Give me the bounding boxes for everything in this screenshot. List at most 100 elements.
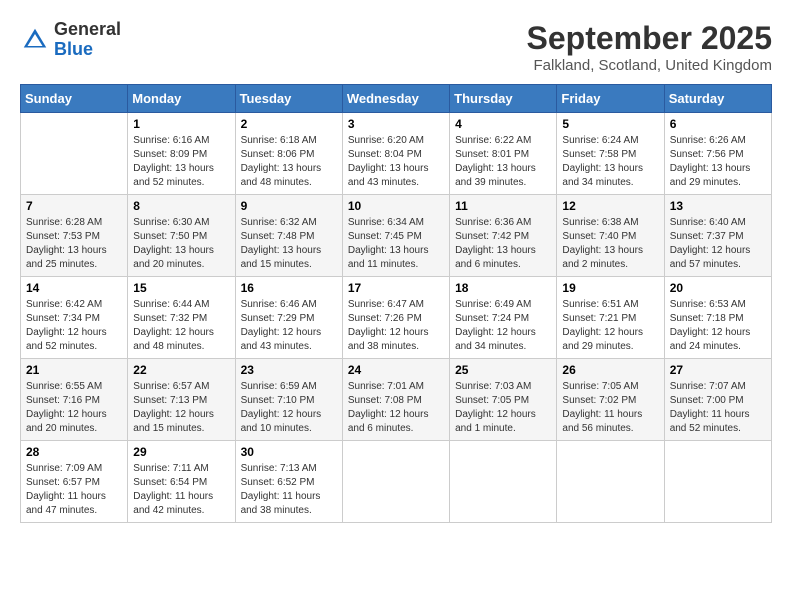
header-row: SundayMondayTuesdayWednesdayThursdayFrid… <box>21 85 772 113</box>
day-info: Sunrise: 6:16 AMSunset: 8:09 PMDaylight:… <box>133 134 229 190</box>
day-number: 21 <box>26 363 122 377</box>
day-info: Sunrise: 6:47 AMSunset: 7:26 PMDaylight:… <box>348 298 444 354</box>
header-cell-friday: Friday <box>557 85 664 113</box>
day-number: 19 <box>562 281 658 295</box>
logo-icon <box>20 25 50 55</box>
day-info: Sunrise: 6:53 AMSunset: 7:18 PMDaylight:… <box>670 298 766 354</box>
day-info: Sunrise: 7:11 AMSunset: 6:54 PMDaylight:… <box>133 462 229 518</box>
day-cell: 8 Sunrise: 6:30 AMSunset: 7:50 PMDaylight… <box>128 195 235 277</box>
day-cell <box>342 441 449 523</box>
day-number: 29 <box>133 445 229 459</box>
day-info: Sunrise: 7:03 AMSunset: 7:05 PMDaylight:… <box>455 380 551 436</box>
day-cell: 9 Sunrise: 6:32 AMSunset: 7:48 PMDaylight… <box>235 195 342 277</box>
logo: General Blue <box>20 20 121 60</box>
day-number: 4 <box>455 117 551 131</box>
day-number: 16 <box>241 281 337 295</box>
day-number: 7 <box>26 199 122 213</box>
day-cell: 11Sunrise: 6:36 AMSunset: 7:42 PMDayligh… <box>450 195 557 277</box>
day-number: 2 <box>241 117 337 131</box>
day-info: Sunrise: 6:32 AMSunset: 7:48 PMDaylight:… <box>241 216 337 272</box>
day-number: 17 <box>348 281 444 295</box>
day-info: Sunrise: 7:13 AMSunset: 6:52 PMDaylight:… <box>241 462 337 518</box>
day-number: 13 <box>670 199 766 213</box>
day-number: 28 <box>26 445 122 459</box>
day-info: Sunrise: 6:26 AMSunset: 7:56 PMDaylight:… <box>670 134 766 190</box>
day-cell <box>450 441 557 523</box>
week-row-1: 1 Sunrise: 6:16 AMSunset: 8:09 PMDaylight… <box>21 113 772 195</box>
day-info: Sunrise: 6:24 AMSunset: 7:58 PMDaylight:… <box>562 134 658 190</box>
title-block: September 2025 Falkland, Scotland, Unite… <box>527 20 772 74</box>
day-number: 12 <box>562 199 658 213</box>
day-number: 3 <box>348 117 444 131</box>
day-info: Sunrise: 6:28 AMSunset: 7:53 PMDaylight:… <box>26 216 122 272</box>
week-row-5: 28 Sunrise: 7:09 AMSunset: 6:57 PMDayligh… <box>21 441 772 523</box>
day-cell: 27Sunrise: 7:07 AMSunset: 7:00 PMDayligh… <box>664 359 771 441</box>
day-cell <box>557 441 664 523</box>
day-number: 5 <box>562 117 658 131</box>
day-cell <box>21 113 128 195</box>
week-row-3: 14 Sunrise: 6:42 AMSunset: 7:34 PMDayligh… <box>21 277 772 359</box>
day-info: Sunrise: 6:46 AMSunset: 7:29 PMDaylight:… <box>241 298 337 354</box>
day-number: 9 <box>241 199 337 213</box>
day-number: 11 <box>455 199 551 213</box>
day-cell: 22 Sunrise: 6:57 AMSunset: 7:13 PMDayligh… <box>128 359 235 441</box>
day-info: Sunrise: 6:49 AMSunset: 7:24 PMDaylight:… <box>455 298 551 354</box>
day-number: 6 <box>670 117 766 131</box>
day-number: 23 <box>241 363 337 377</box>
day-cell: 24 Sunrise: 7:01 AMSunset: 7:08 PMDayligh… <box>342 359 449 441</box>
header-cell-sunday: Sunday <box>21 85 128 113</box>
day-cell: 18 Sunrise: 6:49 AMSunset: 7:24 PMDayligh… <box>450 277 557 359</box>
day-cell: 17 Sunrise: 6:47 AMSunset: 7:26 PMDayligh… <box>342 277 449 359</box>
day-cell: 16 Sunrise: 6:46 AMSunset: 7:29 PMDayligh… <box>235 277 342 359</box>
header-cell-saturday: Saturday <box>664 85 771 113</box>
day-cell: 1 Sunrise: 6:16 AMSunset: 8:09 PMDaylight… <box>128 113 235 195</box>
day-info: Sunrise: 6:38 AMSunset: 7:40 PMDaylight:… <box>562 216 658 272</box>
day-cell: 4 Sunrise: 6:22 AMSunset: 8:01 PMDaylight… <box>450 113 557 195</box>
header-cell-tuesday: Tuesday <box>235 85 342 113</box>
day-info: Sunrise: 6:20 AMSunset: 8:04 PMDaylight:… <box>348 134 444 190</box>
month-title: September 2025 <box>527 20 772 57</box>
day-info: Sunrise: 6:44 AMSunset: 7:32 PMDaylight:… <box>133 298 229 354</box>
day-number: 20 <box>670 281 766 295</box>
day-cell: 30 Sunrise: 7:13 AMSunset: 6:52 PMDayligh… <box>235 441 342 523</box>
day-cell: 10 Sunrise: 6:34 AMSunset: 7:45 PMDayligh… <box>342 195 449 277</box>
day-number: 30 <box>241 445 337 459</box>
day-cell: 5 Sunrise: 6:24 AMSunset: 7:58 PMDaylight… <box>557 113 664 195</box>
day-info: Sunrise: 7:01 AMSunset: 7:08 PMDaylight:… <box>348 380 444 436</box>
day-info: Sunrise: 6:55 AMSunset: 7:16 PMDaylight:… <box>26 380 122 436</box>
day-info: Sunrise: 6:42 AMSunset: 7:34 PMDaylight:… <box>26 298 122 354</box>
day-number: 25 <box>455 363 551 377</box>
day-info: Sunrise: 6:30 AMSunset: 7:50 PMDaylight:… <box>133 216 229 272</box>
location: Falkland, Scotland, United Kingdom <box>527 57 772 74</box>
calendar-body: 1 Sunrise: 6:16 AMSunset: 8:09 PMDaylight… <box>21 113 772 523</box>
calendar-header: SundayMondayTuesdayWednesdayThursdayFrid… <box>21 85 772 113</box>
day-cell: 7 Sunrise: 6:28 AMSunset: 7:53 PMDaylight… <box>21 195 128 277</box>
day-info: Sunrise: 6:57 AMSunset: 7:13 PMDaylight:… <box>133 380 229 436</box>
page-header: General Blue September 2025 Falkland, Sc… <box>20 20 772 74</box>
day-number: 18 <box>455 281 551 295</box>
day-info: Sunrise: 6:51 AMSunset: 7:21 PMDaylight:… <box>562 298 658 354</box>
header-cell-thursday: Thursday <box>450 85 557 113</box>
day-info: Sunrise: 6:40 AMSunset: 7:37 PMDaylight:… <box>670 216 766 272</box>
day-number: 14 <box>26 281 122 295</box>
day-number: 1 <box>133 117 229 131</box>
day-info: Sunrise: 6:34 AMSunset: 7:45 PMDaylight:… <box>348 216 444 272</box>
day-cell: 29 Sunrise: 7:11 AMSunset: 6:54 PMDayligh… <box>128 441 235 523</box>
day-number: 24 <box>348 363 444 377</box>
calendar-table: SundayMondayTuesdayWednesdayThursdayFrid… <box>20 84 772 523</box>
day-info: Sunrise: 7:09 AMSunset: 6:57 PMDaylight:… <box>26 462 122 518</box>
day-number: 22 <box>133 363 229 377</box>
day-number: 10 <box>348 199 444 213</box>
day-number: 27 <box>670 363 766 377</box>
day-cell: 13 Sunrise: 6:40 AMSunset: 7:37 PMDayligh… <box>664 195 771 277</box>
day-cell <box>664 441 771 523</box>
day-info: Sunrise: 6:22 AMSunset: 8:01 PMDaylight:… <box>455 134 551 190</box>
day-cell: 2 Sunrise: 6:18 AMSunset: 8:06 PMDaylight… <box>235 113 342 195</box>
day-info: Sunrise: 7:05 AMSunset: 7:02 PMDaylight:… <box>562 380 658 436</box>
day-cell: 15Sunrise: 6:44 AMSunset: 7:32 PMDayligh… <box>128 277 235 359</box>
day-cell: 14 Sunrise: 6:42 AMSunset: 7:34 PMDayligh… <box>21 277 128 359</box>
day-cell: 28 Sunrise: 7:09 AMSunset: 6:57 PMDayligh… <box>21 441 128 523</box>
day-info: Sunrise: 6:18 AMSunset: 8:06 PMDaylight:… <box>241 134 337 190</box>
day-number: 26 <box>562 363 658 377</box>
day-number: 8 <box>133 199 229 213</box>
